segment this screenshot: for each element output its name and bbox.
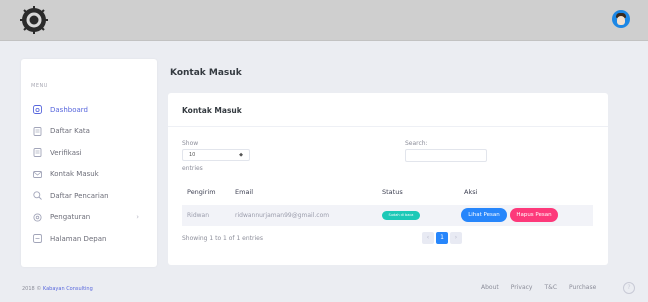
footer-link-purchase[interactable]: Purchase	[569, 284, 596, 291]
card-title: Kontak Masuk	[182, 106, 242, 115]
sidebar-item-daftar-kata[interactable]: Daftar Kata	[21, 121, 157, 143]
table-info: Showing 1 to 1 of 1 entries	[182, 235, 263, 242]
pagination: ‹ 1 ›	[422, 232, 464, 244]
page-title: Kontak Masuk	[170, 68, 242, 78]
home-icon	[33, 234, 42, 244]
user-avatar[interactable]	[612, 10, 630, 28]
sidebar: MENU Dashboard Daftar Kata Verifikasi Ko…	[21, 59, 157, 267]
sidebar-item-label: Daftar Pencarian	[50, 191, 109, 200]
next-page-button[interactable]: ›	[450, 232, 462, 244]
sidebar-item-label: Halaman Depan	[50, 234, 107, 243]
cell-pengirim: Ridwan	[187, 212, 210, 219]
document-icon	[33, 126, 42, 136]
search-label: Search:	[405, 140, 428, 147]
top-bar	[0, 0, 648, 41]
sidebar-item-verifikasi[interactable]: Verifikasi	[21, 142, 157, 164]
menu-label: MENU	[31, 83, 48, 89]
sidebar-item-kontak-masuk[interactable]: Kontak Masuk	[21, 164, 157, 186]
copyright-text: 2018 ©	[22, 286, 42, 292]
sidebar-item-label: Dashboard	[50, 105, 88, 114]
show-label: Show	[182, 140, 199, 147]
caret-icon: ◆	[239, 152, 243, 158]
cell-email: ridwannurjaman99@gmail.com	[235, 212, 330, 219]
entries-select[interactable]: 10 ◆	[182, 149, 250, 161]
entries-label: entries	[182, 165, 203, 172]
column-header-status[interactable]: Status	[382, 188, 403, 196]
divider	[168, 126, 608, 127]
sidebar-item-label: Verifikasi	[50, 148, 82, 157]
prev-page-button[interactable]: ‹	[422, 232, 434, 244]
delete-message-button[interactable]: Hapus Pesan	[510, 208, 558, 222]
column-header-email[interactable]: Email	[235, 188, 253, 196]
sidebar-item-dashboard[interactable]: Dashboard	[21, 99, 157, 121]
footer-link-tnc[interactable]: T&C	[544, 284, 557, 291]
dashboard-icon	[33, 105, 42, 115]
sidebar-item-halaman-depan[interactable]: Halaman Depan	[21, 228, 157, 250]
messages-card: Kontak Masuk Show 10 ◆ entries Search: P…	[168, 93, 608, 265]
search-icon	[33, 191, 42, 201]
column-header-aksi[interactable]: Aksi	[464, 188, 477, 196]
sidebar-item-label: Kontak Masuk	[50, 170, 99, 179]
logo-icon[interactable]	[20, 6, 48, 34]
footer-brand-link[interactable]: Kabayan Consulting	[43, 286, 93, 292]
sidebar-item-pengaturan[interactable]: Pengaturan ›	[21, 207, 157, 229]
column-header-pengirim[interactable]: Pengirim	[187, 188, 216, 196]
footer-link-privacy[interactable]: Privacy	[511, 284, 533, 291]
mail-icon	[33, 170, 42, 179]
footer-links: About Privacy T&C Purchase	[481, 284, 608, 291]
status-badge: Sudah di baca	[382, 211, 420, 220]
view-message-button[interactable]: Lihat Pesan	[461, 208, 507, 222]
chevron-right-icon: ›	[136, 212, 139, 221]
sidebar-nav: Dashboard Daftar Kata Verifikasi Kontak …	[21, 99, 157, 250]
sidebar-item-daftar-pencarian[interactable]: Daftar Pencarian	[21, 185, 157, 207]
entries-select-value: 10	[189, 152, 196, 158]
search-input[interactable]	[405, 149, 487, 162]
footer-link-about[interactable]: About	[481, 284, 499, 291]
sidebar-item-label: Daftar Kata	[50, 127, 90, 136]
document-icon	[33, 148, 42, 158]
help-icon[interactable]: ?	[623, 282, 635, 294]
sidebar-item-label: Pengaturan	[50, 213, 91, 222]
footer-copyright: 2018 © Kabayan Consulting	[22, 286, 93, 292]
gear-icon	[33, 213, 42, 222]
page-1-button[interactable]: 1	[436, 232, 448, 244]
